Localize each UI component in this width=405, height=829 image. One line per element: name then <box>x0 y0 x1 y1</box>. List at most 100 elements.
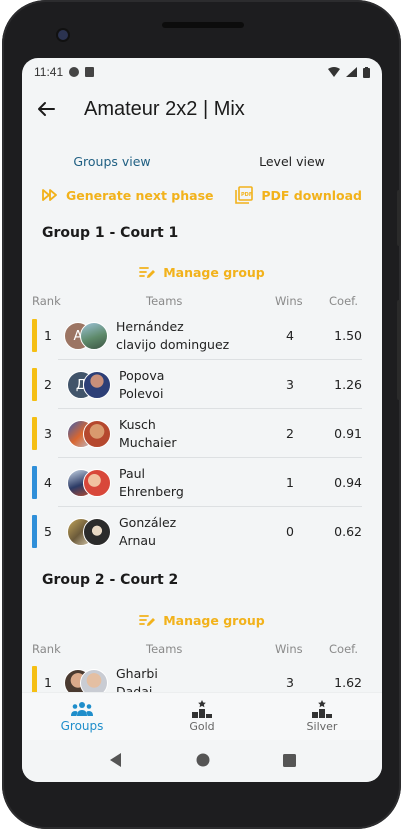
rank-value: 5 <box>44 524 52 539</box>
pdf-icon: PDF <box>235 186 254 204</box>
manage-group-label: Manage group <box>163 612 265 628</box>
signal-icon <box>346 67 357 77</box>
coef-value: 0.62 <box>334 524 362 539</box>
player-name: clavijo dominguez <box>116 337 230 352</box>
status-time: 11:41 <box>34 65 64 79</box>
sd-card-icon <box>85 67 95 77</box>
tab-groups-view[interactable]: Groups view <box>22 150 202 174</box>
front-camera <box>58 30 68 40</box>
table-row[interactable]: 2 Д Popova Polevoi 3 1.26 <box>22 360 382 409</box>
player-name: Hernández <box>116 319 184 334</box>
edit-list-icon <box>139 615 156 626</box>
group-title: Group 2 - Court 2 <box>42 572 179 588</box>
back-button[interactable] <box>22 88 70 130</box>
avatar <box>83 371 111 399</box>
header-coef: Coef. <box>329 294 359 308</box>
wins-value: 1 <box>286 475 294 490</box>
nav-silver[interactable]: Silver <box>262 693 382 740</box>
rank-indicator <box>32 319 37 352</box>
player-name: Popova <box>119 368 165 383</box>
app-bar: Amateur 2x2 | Mix <box>22 88 382 130</box>
header-teams: Teams <box>146 294 183 308</box>
player-name: Arnau <box>119 533 156 548</box>
header-wins: Wins <box>275 642 303 656</box>
player-name: Paul <box>119 466 146 481</box>
rank-indicator <box>32 515 37 548</box>
header-teams: Teams <box>146 642 183 656</box>
edit-list-icon <box>139 267 156 278</box>
manage-group-row: Manage group <box>22 609 382 631</box>
nav-label: Gold <box>189 720 215 733</box>
system-recents-button[interactable] <box>282 752 296 771</box>
player-name: Kusch <box>119 417 156 432</box>
view-tabs: Groups view Level view <box>22 150 382 174</box>
power-button <box>397 300 401 400</box>
wins-value: 4 <box>286 328 294 343</box>
wins-value: 2 <box>286 426 294 441</box>
avatar <box>83 420 111 448</box>
table-row[interactable]: 3 Kusch Muchaier 2 0.91 <box>22 409 382 458</box>
home-circle-icon <box>196 753 209 766</box>
avatar <box>83 469 111 497</box>
player-name: González <box>119 515 177 530</box>
manage-group-button[interactable]: Manage group <box>139 613 265 628</box>
player-name: Ehrenberg <box>119 484 184 499</box>
header-coef: Coef. <box>329 642 359 656</box>
podium-icon <box>312 700 332 718</box>
group-title: Group 1 - Court 1 <box>42 225 179 241</box>
coef-value: 0.91 <box>334 426 362 441</box>
nav-groups[interactable]: Groups <box>22 693 142 740</box>
generate-next-phase-button[interactable]: Generate next phase <box>42 188 214 203</box>
tab-level-view[interactable]: Level view <box>202 150 382 174</box>
team-names: Popova Polevoi <box>119 367 164 403</box>
team-names: González Arnau <box>119 514 176 550</box>
team-names: Hernández clavijo dominguez <box>116 318 229 354</box>
wins-value: 0 <box>286 524 294 539</box>
podium-icon <box>192 700 212 718</box>
action-bar: Generate next phase PDF PDF download <box>22 182 382 208</box>
rank-value: 4 <box>44 475 52 490</box>
arrow-back-icon <box>38 102 55 116</box>
avatar <box>83 518 111 546</box>
table-row[interactable]: 5 González Arnau 0 0.62 <box>22 507 382 556</box>
manage-group-label: Manage group <box>163 264 265 280</box>
status-bar: 11:41 <box>22 58 382 86</box>
nav-label: Groups <box>60 718 104 733</box>
system-navigation <box>22 740 382 782</box>
rank-value: 2 <box>44 377 52 392</box>
system-back-button[interactable] <box>109 752 123 771</box>
notification-icon <box>69 67 80 77</box>
volume-button <box>397 190 401 246</box>
team-names: Paul Ehrenberg <box>119 465 184 501</box>
wins-value: 3 <box>286 377 294 392</box>
generate-label: Generate next phase <box>66 187 214 203</box>
coef-value: 1.26 <box>334 377 362 392</box>
header-rank: Rank <box>32 294 61 308</box>
manage-group-row: Manage group <box>22 261 382 283</box>
table-row[interactable]: 1 A Hernández clavijo dominguez 4 1.50 <box>22 311 382 360</box>
header-rank: Rank <box>32 642 61 656</box>
table-header: Rank Teams Wins Coef. <box>22 294 382 312</box>
svg-text:PDF: PDF <box>241 192 252 198</box>
app-screen: 11:41 Amateur 2x2 | Mix Groups view Leve… <box>22 58 382 782</box>
avatar <box>80 322 108 350</box>
team-names: Kusch Muchaier <box>119 416 176 452</box>
fast-forward-icon <box>42 189 57 201</box>
pdf-label: PDF download <box>261 187 362 203</box>
coef-value: 1.50 <box>334 328 362 343</box>
pdf-download-button[interactable]: PDF PDF download <box>235 186 362 204</box>
wifi-icon <box>328 67 340 77</box>
page-title: Amateur 2x2 | Mix <box>84 97 245 120</box>
player-name: Gharbi <box>116 666 158 681</box>
table-row[interactable]: 4 Paul Ehrenberg 1 0.94 <box>22 458 382 507</box>
rank-value: 3 <box>44 426 52 441</box>
rank-indicator <box>32 368 37 401</box>
rank-indicator <box>32 466 37 499</box>
speaker-grille <box>162 22 244 28</box>
player-name: Muchaier <box>119 435 177 450</box>
header-wins: Wins <box>275 294 303 308</box>
system-home-button[interactable] <box>196 752 210 771</box>
nav-gold[interactable]: Gold <box>142 693 262 740</box>
rank-indicator <box>32 417 37 450</box>
manage-group-button[interactable]: Manage group <box>139 265 265 280</box>
